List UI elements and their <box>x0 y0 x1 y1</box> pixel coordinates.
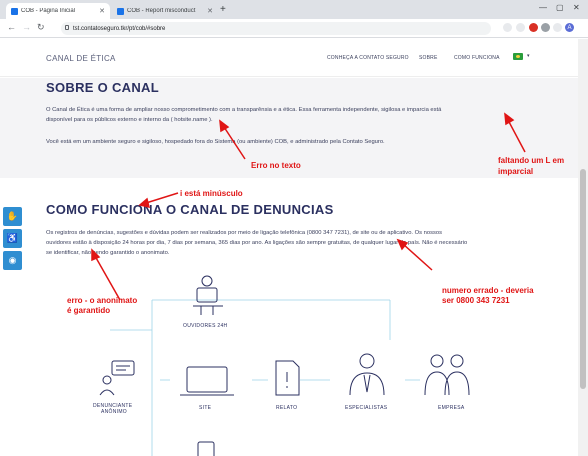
annotation-anonimato-2: é garantido <box>67 306 111 315</box>
label-especialistas: ESPECIALISTAS <box>345 405 388 411</box>
company-people-icon <box>424 354 470 396</box>
annotation-anonimato-1: erro - o anonimato <box>67 296 138 305</box>
annotation-faltando-1: faltando um L em <box>498 156 565 165</box>
annotation-erro-texto: Erro no texto <box>251 161 301 170</box>
page-scrollbar[interactable] <box>578 39 588 456</box>
document-icon <box>275 360 300 396</box>
annotation-numero-1: numero errado - deveria <box>442 286 534 295</box>
label-denunciante-2: ANÔNIMO <box>101 409 127 415</box>
specialist-icon <box>349 353 385 396</box>
process-diagram <box>91 112 526 456</box>
annotation-arrows <box>91 112 526 301</box>
phone-icon <box>197 441 215 456</box>
ouvidores-icon <box>193 275 223 315</box>
label-ouvidores: OUVIDORES 24H <box>183 323 228 329</box>
label-empresa: EMPRESA <box>438 405 465 411</box>
label-site: SITE <box>199 405 212 411</box>
denunciante-icon <box>99 360 135 396</box>
laptop-icon <box>180 366 234 396</box>
scrollbar-thumb[interactable] <box>580 169 586 389</box>
label-relato: RELATO <box>276 405 298 411</box>
annotation-faltando-2: imparcial <box>498 167 534 176</box>
annotation-numero-2: ser 0800 343 7231 <box>442 296 510 305</box>
annotation-i-minusculo: i está minúsculo <box>180 189 243 198</box>
